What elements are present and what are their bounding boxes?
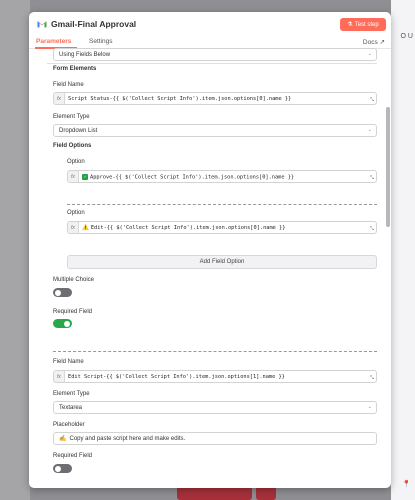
field-name-expression: Edit Script-{{ $('Collect Script Info').… bbox=[68, 374, 285, 380]
fx-icon: fx bbox=[68, 171, 79, 182]
node-settings-modal: Gmail-Final Approval ⚗ Test step Paramet… bbox=[29, 12, 391, 488]
field-name-expression-input[interactable]: fx Edit Script-{{ $('Collect Script Info… bbox=[53, 370, 377, 383]
element-type-value: Dropdown List bbox=[59, 127, 98, 134]
expand-icon[interactable]: ⤡ bbox=[370, 375, 374, 381]
field-name-label: Field Name bbox=[53, 82, 84, 88]
test-step-label: Test step bbox=[354, 21, 379, 28]
multiple-choice-toggle[interactable] bbox=[53, 288, 72, 297]
field-name-expression-input[interactable]: fx Script Status-{{ $('Collect Script In… bbox=[53, 92, 377, 105]
fx-icon: fx bbox=[54, 371, 65, 382]
field-divider bbox=[53, 351, 377, 352]
option-label: Option bbox=[67, 159, 85, 165]
divider bbox=[47, 63, 377, 64]
expand-icon[interactable]: ⤡ bbox=[370, 175, 374, 181]
add-field-option-button[interactable]: Add Field Option bbox=[67, 255, 377, 269]
field-name-expression: Script Status-{{ $('Collect Script Info'… bbox=[68, 96, 292, 102]
chevron-down-icon: ⌄ bbox=[367, 51, 372, 57]
fx-icon: fx bbox=[54, 93, 65, 104]
option-expression: Approve-{{ $('Collect Script Info').item… bbox=[90, 174, 295, 181]
placeholder-input[interactable]: ✍️ Copy and paste script here and make e… bbox=[53, 432, 377, 445]
option-expression-input[interactable]: fx ✓ Approve-{{ $('Collect Script Info').… bbox=[67, 170, 377, 183]
pin-icon: 📍 bbox=[402, 481, 411, 488]
docs-link[interactable]: Docs ↗ bbox=[363, 38, 385, 46]
field-options-label: Field Options bbox=[53, 143, 92, 149]
required-field-toggle[interactable] bbox=[53, 319, 72, 328]
required-field-label: Required Field bbox=[53, 309, 93, 315]
element-type-select[interactable]: Dropdown List ⌄ bbox=[53, 124, 377, 137]
placeholder-value: Copy and paste script here and make edit… bbox=[69, 435, 186, 442]
writing-hand-icon: ✍️ bbox=[59, 436, 67, 442]
field-name-label: Field Name bbox=[53, 359, 84, 365]
multiple-choice-label: Multiple Choice bbox=[53, 277, 95, 283]
check-mark-icon: ✓ bbox=[82, 174, 88, 180]
option-expression-input[interactable]: fx ⚠️ Edit-{{ $('Collect Script Info').it… bbox=[67, 221, 377, 234]
element-type-value: Textarea bbox=[59, 404, 83, 411]
required-field-label: Required Field bbox=[53, 453, 93, 459]
expand-icon[interactable]: ⤡ bbox=[370, 226, 374, 232]
fx-icon: fx bbox=[68, 222, 79, 233]
background-canvas-left bbox=[0, 0, 30, 500]
tab-settings[interactable]: Settings bbox=[89, 38, 113, 45]
toggle-knob bbox=[55, 289, 61, 296]
tab-parameters[interactable]: Parameters bbox=[36, 38, 71, 45]
modal-title: Gmail-Final Approval bbox=[51, 19, 137, 29]
required-field-toggle[interactable] bbox=[53, 464, 72, 473]
scrollbar[interactable] bbox=[386, 107, 390, 227]
option-expression: Edit-{{ $('Collect Script Info').item.js… bbox=[90, 225, 286, 231]
element-type-select[interactable]: Textarea ⌄ bbox=[53, 401, 377, 414]
test-step-button[interactable]: ⚗ Test step bbox=[340, 18, 386, 31]
flask-icon: ⚗ bbox=[347, 22, 353, 28]
option-label: Option bbox=[67, 210, 85, 216]
toggle-knob bbox=[64, 320, 70, 327]
option-expression-wrapper: ⚠️ Edit-{{ $('Collect Script Info').item.… bbox=[82, 225, 285, 231]
warning-icon: ⚠️ bbox=[82, 225, 89, 231]
background-right-text: O U bbox=[400, 33, 413, 40]
external-link-icon: ↗ bbox=[379, 39, 385, 46]
placeholder-label: Placeholder bbox=[53, 422, 85, 428]
expand-icon[interactable]: ⤡ bbox=[370, 97, 374, 103]
chevron-down-icon: ⌄ bbox=[367, 127, 372, 133]
background-panel-right bbox=[391, 0, 415, 500]
option-divider bbox=[67, 204, 377, 205]
option-expression-wrapper: ✓ Approve-{{ $('Collect Script Info').ite… bbox=[82, 174, 294, 181]
element-type-label: Element Type bbox=[53, 391, 90, 397]
gmail-icon bbox=[37, 21, 47, 28]
fields-mode-value: Using Fields Below bbox=[59, 51, 111, 58]
form-elements-label: Form Elements bbox=[53, 66, 97, 72]
fields-mode-select[interactable]: Using Fields Below ⌄ bbox=[53, 48, 377, 61]
element-type-label: Element Type bbox=[53, 114, 90, 120]
toggle-knob bbox=[55, 465, 61, 472]
chevron-down-icon: ⌄ bbox=[367, 404, 372, 410]
